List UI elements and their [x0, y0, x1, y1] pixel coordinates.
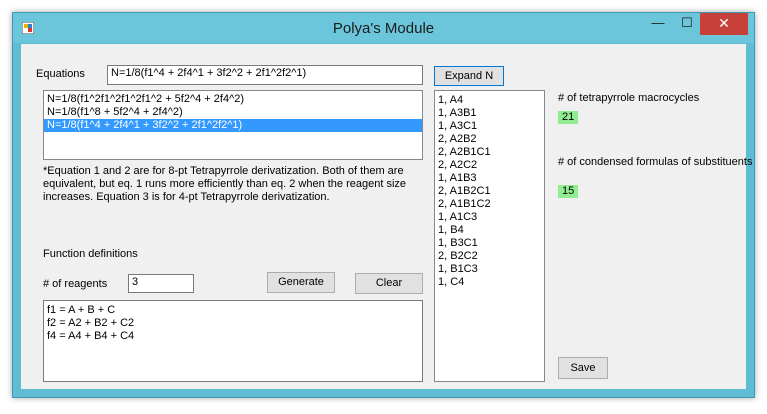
- result-item[interactable]: 1, A3B1: [435, 107, 544, 120]
- maximize-button[interactable]: ☐: [672, 13, 702, 35]
- clear-button[interactable]: Clear: [355, 273, 423, 294]
- generate-button[interactable]: Generate: [267, 272, 335, 293]
- equation-input[interactable]: N=1/8(f1^4 + 2f4^1 + 3f2^2 + 2f1^2f2^1): [107, 65, 423, 85]
- note-line: equivalent, but eq. 1 runs more efficien…: [43, 178, 407, 190]
- macrocycles-label: # of tetrapyrrole macrocycles: [558, 92, 700, 104]
- note-line: *Equation 1 and 2 are for 8-pt Tetrapyrr…: [43, 165, 404, 177]
- result-item[interactable]: 1, B1C3: [435, 263, 544, 276]
- minimize-button[interactable]: —: [643, 13, 673, 35]
- equations-note: *Equation 1 and 2 are for 8-pt Tetrapyrr…: [43, 165, 428, 204]
- result-item[interactable]: 2, A1B1C2: [435, 198, 544, 211]
- result-item[interactable]: 2, B2C2: [435, 250, 544, 263]
- title-bar[interactable]: Polya's Module — ☐ ✕: [13, 13, 754, 43]
- result-item[interactable]: 1, B4: [435, 224, 544, 237]
- note-line: increases. Equation 3 is for 4-pt Tetrap…: [43, 191, 330, 203]
- equation-list-item[interactable]: N=1/8(f1^8 + 5f2^4 + 2f4^2): [44, 106, 422, 119]
- equation-list-item-selected[interactable]: N=1/8(f1^4 + 2f4^1 + 3f2^2 + 2f1^2f2^1): [44, 119, 422, 132]
- result-item[interactable]: 1, A3C1: [435, 120, 544, 133]
- client-area: Equations N=1/8(f1^4 + 2f4^1 + 3f2^2 + 2…: [21, 44, 752, 389]
- result-item[interactable]: 1, A1C3: [435, 211, 544, 224]
- result-item[interactable]: 1, A4: [435, 94, 544, 107]
- result-item[interactable]: 1, B3C1: [435, 237, 544, 250]
- app-window: Polya's Module — ☐ ✕ Equations N=1/8(f1^…: [12, 12, 755, 398]
- function-definitions-label: Function definitions: [43, 248, 138, 260]
- result-item[interactable]: 2, A1B2C1: [435, 185, 544, 198]
- result-item[interactable]: 1, C4: [435, 276, 544, 289]
- save-button[interactable]: Save: [558, 357, 608, 379]
- function-definition-line: f4 = A4 + B4 + C4: [47, 330, 135, 342]
- macrocycles-value: 21: [558, 111, 579, 124]
- equation-list-item[interactable]: N=1/8(f1^2f1^2f1^2f1^2 + 5f2^4 + 2f4^2): [44, 93, 422, 106]
- result-item[interactable]: 1, A1B3: [435, 172, 544, 185]
- reagents-label: # of reagents: [43, 278, 108, 290]
- formulas-label: # of condensed formulas of substituents: [558, 156, 753, 168]
- close-button[interactable]: ✕: [700, 13, 748, 35]
- formulas-value: 15: [558, 185, 579, 198]
- result-item[interactable]: 2, A2B2: [435, 133, 544, 146]
- reagents-input[interactable]: 3: [128, 274, 194, 293]
- function-definitions-textarea[interactable]: f1 = A + B + C f2 = A2 + B2 + C2 f4 = A4…: [43, 300, 423, 382]
- equations-list[interactable]: N=1/8(f1^2f1^2f1^2f1^2 + 5f2^4 + 2f4^2) …: [43, 90, 423, 160]
- result-item[interactable]: 2, A2C2: [435, 159, 544, 172]
- function-definition-line: f2 = A2 + B2 + C2: [47, 317, 135, 329]
- equations-label: Equations: [36, 68, 85, 80]
- expand-n-button[interactable]: Expand N: [434, 66, 504, 86]
- function-definition-line: f1 = A + B + C: [47, 304, 116, 316]
- result-item[interactable]: 2, A2B1C1: [435, 146, 544, 159]
- expansion-results-list[interactable]: 1, A4 1, A3B1 1, A3C1 2, A2B2 2, A2B1C1 …: [434, 90, 545, 382]
